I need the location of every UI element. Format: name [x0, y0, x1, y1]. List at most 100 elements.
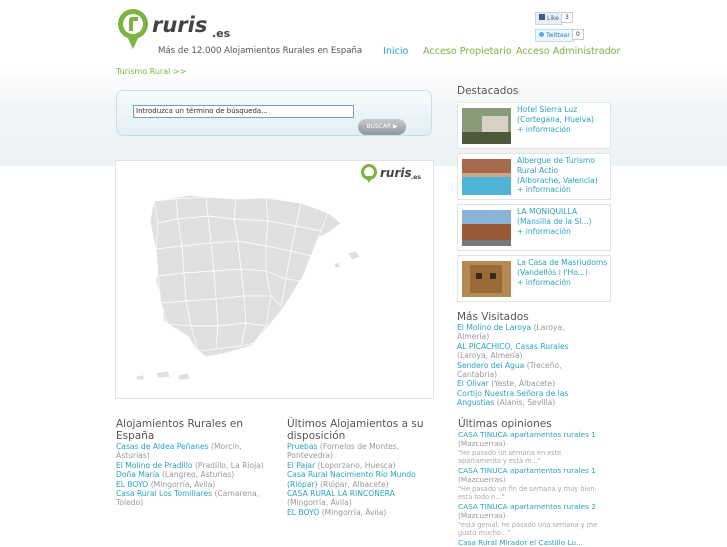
moniquilla-photo: [462, 210, 511, 246]
item-link[interactable]: CASA RURAL LA RINCONERA: [287, 489, 395, 498]
item-link[interactable]: Casa Rural Los Tomillares: [116, 489, 212, 498]
review-item[interactable]: CASA TINUCA apartamentos rurales 1 (Mazc…: [458, 430, 598, 466]
hotel-photo: [462, 108, 511, 144]
svg-text:ruris: ruris: [152, 13, 207, 37]
item-link[interactable]: El Olivar: [457, 379, 489, 388]
item-link[interactable]: CASA TINUCA apartamentos rurales 1: [458, 466, 596, 475]
item-link[interactable]: Casa Rural Mirador el Castillo Lu...: [458, 538, 583, 547]
featured-title: Destacados: [457, 85, 519, 97]
featured-card[interactable]: Hotel Sierra Luz (Cortegana, Huelva) + i…: [457, 102, 611, 149]
item-link[interactable]: Doña María: [116, 470, 159, 479]
ruris-logo[interactable]: ruris .es: [116, 7, 241, 51]
tagline: Más de 12.000 Alojamientos Rurales en Es…: [158, 46, 363, 56]
nav-acceso-administrador[interactable]: Acceso Administrador: [516, 46, 621, 57]
review-quote: "está genial, he pasado una semana y me …: [458, 520, 598, 538]
list-item[interactable]: Pruebas (Fornelos de Montes, Pontevedra): [287, 442, 417, 461]
breadcrumb[interactable]: Turismo Rural >>: [116, 67, 186, 76]
list-item[interactable]: EL BOYO (Mingorría, Ávila): [116, 480, 266, 489]
review-item[interactable]: CASA TINUCA apartamentos rurales 1 (Mazc…: [458, 466, 598, 502]
facebook-icon: [539, 14, 545, 20]
list-item[interactable]: AL PICACHICO, Casas Rurales (Laroya, Alm…: [457, 342, 597, 361]
search-input[interactable]: Introduzca un término de búsqueda...: [133, 105, 354, 118]
review-quote: "He pasado un semana en este apartamento…: [458, 448, 562, 466]
nav-inicio[interactable]: Inicio: [383, 46, 408, 57]
col-ultimos-title: Últimos Alojamientos a su disposición: [287, 418, 424, 442]
item-link[interactable]: El Pajar: [287, 461, 315, 470]
masriudoms-photo: [462, 261, 511, 297]
tweet-count: 0: [572, 29, 584, 40]
list-item[interactable]: Doña María (Langreo, Asturias): [116, 470, 266, 479]
featured-card[interactable]: La Casa de Masriudoms (Vandellòs i l'Ho.…: [457, 255, 611, 302]
play-arrow-icon: ▶: [393, 123, 398, 130]
spain-map-graphic: ruris .es: [135, 164, 421, 381]
search-button[interactable]: BUSCAR ▶: [358, 119, 406, 135]
item-link[interactable]: CASA TINUCA apartamentos rurales 1: [458, 430, 596, 439]
list-item[interactable]: El Pajar (Loporzano, Huesca): [287, 461, 417, 470]
most-visited-list: El Molino de Laroya (Laroya, Almería) AL…: [457, 323, 597, 408]
item-link[interactable]: CASA TINUCA apartamentos rurales 2: [458, 502, 596, 511]
featured-location: (Alborache, Valencia): [517, 176, 598, 185]
item-link[interactable]: EL BOYO: [116, 480, 148, 489]
list-item[interactable]: El Olivar (Yeste, Albacete): [457, 379, 597, 388]
item-link[interactable]: AL PICACHICO, Casas Rurales: [457, 342, 569, 351]
item-link[interactable]: El Molino de Pradillo: [116, 461, 193, 470]
featured-card[interactable]: LA MONIQUILLA (Mansilla de la Sl...) + i…: [457, 204, 611, 251]
search-button-label: BUSCAR: [366, 123, 392, 130]
tweet-label: Twittear: [546, 32, 570, 39]
facebook-like-button[interactable]: Like: [535, 12, 563, 25]
item-location: (Laroya, Almería): [457, 351, 523, 361]
list-item[interactable]: Sendero del Agua (Treceño, Cantabria): [457, 361, 597, 380]
featured-location: (Vandellòs i l'Ho...): [517, 268, 588, 277]
more-info-link[interactable]: + información: [517, 125, 571, 134]
featured-name[interactable]: LA MONIQUILLA: [517, 207, 609, 217]
featured-name[interactable]: Hotel Sierra Luz: [517, 105, 609, 115]
featured-card[interactable]: Albergue de Turismo Rural Actio (Alborac…: [457, 153, 611, 200]
item-location: (Yeste, Albacete): [491, 379, 556, 389]
alojamientos-list: Casas de Aldea Peñanes (Morcín, Asturias…: [116, 442, 266, 508]
col-alojamientos-title: Alojamientos Rurales en España: [116, 418, 244, 442]
albergue-photo: [462, 159, 511, 195]
ultimos-list: Pruebas (Fornelos de Montes, Pontevedra)…: [287, 442, 417, 517]
tweet-button[interactable]: Twittear: [535, 29, 574, 42]
item-link[interactable]: Pruebas: [287, 442, 317, 451]
more-info-link[interactable]: + información: [517, 278, 571, 287]
featured-location: (Mansilla de la Sl...): [517, 217, 592, 226]
svg-text:.es: .es: [212, 27, 231, 40]
review-item[interactable]: CASA TINUCA apartamentos rurales 2 (Mazc…: [458, 502, 598, 538]
list-item[interactable]: El Molino de Laroya (Laroya, Almería): [457, 323, 597, 342]
featured-name[interactable]: La Casa de Masriudoms: [517, 258, 609, 268]
item-location: (Mingorría, Ávila): [287, 498, 352, 508]
map-logo: ruris .es: [361, 164, 421, 183]
item-location: (Pradillo, La Rioja): [194, 460, 264, 470]
svg-text:.es: .es: [411, 174, 421, 181]
featured-name[interactable]: Albergue de Turismo Rural Actio: [517, 156, 609, 176]
item-location: (Mazcuerras): [458, 439, 506, 449]
spain-map[interactable]: ruris .es: [115, 160, 434, 399]
item-location: (Mingorría, Ávila): [321, 507, 387, 517]
item-location: (Alanís, Sevilla): [496, 398, 556, 408]
svg-text:ruris: ruris: [380, 166, 412, 180]
twitter-icon: [539, 32, 544, 37]
list-item[interactable]: Casa Rural Los Tomillares (Camarena, Tol…: [116, 489, 266, 508]
item-location: (Mazcuerras): [458, 475, 506, 485]
more-info-link[interactable]: + información: [517, 185, 571, 194]
col-opiniones-title: Últimas opiniones: [458, 418, 552, 430]
list-item[interactable]: El Molino de Pradillo (Pradillo, La Rioj…: [116, 461, 266, 470]
opiniones-list: CASA TINUCA apartamentos rurales 1 (Mazc…: [458, 430, 598, 547]
like-count: 3: [561, 12, 573, 23]
list-item[interactable]: CASA RURAL LA RINCONERA (Mingorría, Ávil…: [287, 489, 417, 508]
list-item[interactable]: EL BOYO (Mingorría, Ávila): [287, 508, 417, 517]
list-item[interactable]: Casa Rural Nacimiento Río Mundo (Riópar)…: [287, 470, 417, 489]
item-link[interactable]: Sendero del Agua: [457, 361, 524, 370]
item-location: (Mingorría, Ávila): [150, 479, 216, 489]
more-info-link[interactable]: + información: [517, 227, 571, 236]
review-quote: "He pasado un fin de semana y muy bien, …: [458, 484, 597, 502]
list-item[interactable]: Casas de Aldea Peñanes (Morcín, Asturias…: [116, 442, 266, 461]
most-visited-title: Más Visitados: [457, 311, 529, 323]
item-link[interactable]: El Molino de Laroya: [457, 323, 531, 332]
list-item[interactable]: Cortijo Nuestra Señora de las Angustias …: [457, 389, 597, 408]
review-item[interactable]: Casa Rural Mirador el Castillo Lu...: [458, 538, 598, 547]
nav-acceso-propietario[interactable]: Acceso Propietario: [423, 46, 512, 57]
item-link[interactable]: EL BOYO: [287, 508, 319, 517]
item-link[interactable]: Casas de Aldea Peñanes: [116, 442, 209, 451]
